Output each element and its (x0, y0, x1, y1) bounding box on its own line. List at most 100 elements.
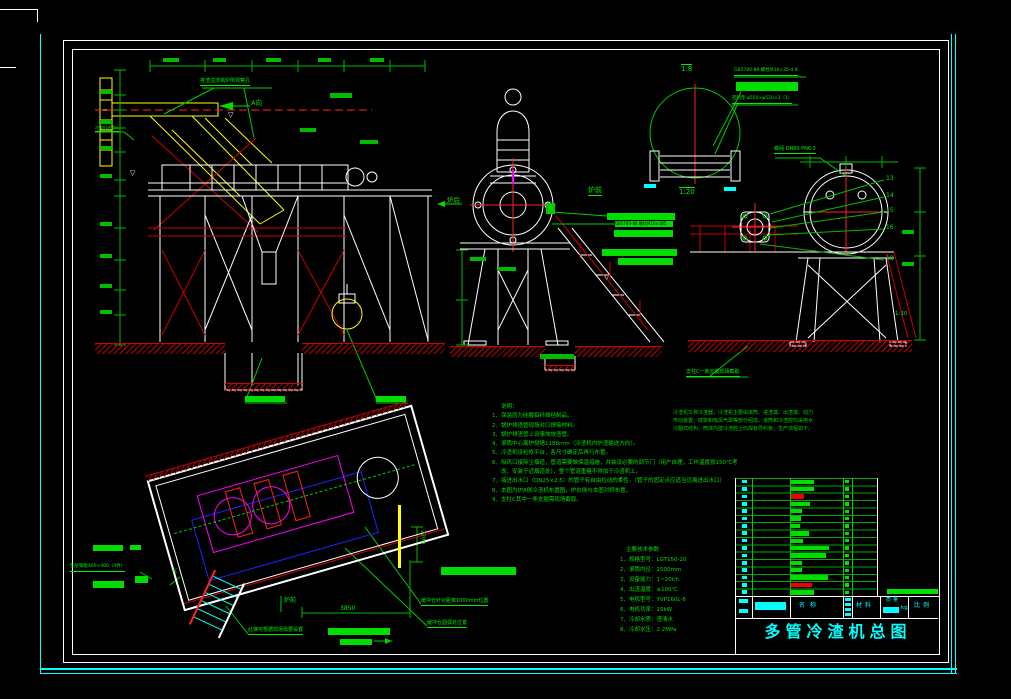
item-balloon: 15 (886, 207, 894, 214)
note-item: 7、接进出水口（DN25×2.5）的管子有自由拉动的柔性。（管子的固定点应适当远… (492, 478, 725, 485)
description-block: 冷渣机又称冷渣器，冷渣机主要由滚筒、进渣端、出渣端、动力 传动装置、底架和吸风气罩… (673, 409, 848, 433)
illegible-label-bar (93, 581, 124, 588)
bom-name-bar (791, 560, 802, 566)
tech-param-item: 1、规格型号：LGT150-20 (620, 557, 687, 563)
bom-qty-bar (844, 524, 849, 528)
illegible-dim-text (902, 230, 914, 234)
bom-index-cell (742, 568, 747, 572)
item-balloon: 13 (886, 175, 894, 182)
elevation-mark: ▽ (130, 169, 136, 177)
title-block-line (852, 596, 853, 618)
bom-index-cell (742, 538, 747, 543)
title-block-line (880, 596, 881, 618)
tech-param-item: 4、出渣温度：≤100℃ (620, 587, 678, 593)
callout-seal: 密封垫 φ550×φ520×3（1） (732, 96, 793, 104)
pit-hatch (225, 383, 302, 392)
illegible-dim-text (902, 262, 914, 266)
title-block-mark (845, 608, 851, 611)
illegible-dim-text (213, 58, 226, 62)
illegible-label-bar (441, 567, 516, 575)
illegible-label-bar (340, 639, 372, 645)
bom-name-bar (791, 523, 800, 529)
bom-qty-bar (844, 561, 849, 565)
illegible-dim-text (163, 58, 179, 62)
bom-qty-bar (844, 583, 849, 587)
elevation-mark: ▽ (604, 273, 610, 281)
tech-params-list: 1、规格型号：LGT150-20 2、滚筒内径：1500mm 3、设备能力：1~20… (620, 555, 720, 635)
title-block-line (790, 596, 791, 618)
bom-border-right (877, 478, 878, 596)
scale-1-8: 1:8 (681, 64, 693, 73)
tech-params-title: 主要技术参数 (626, 547, 660, 553)
illegible-dim-text (370, 58, 384, 62)
illegible-dim-text-cyan (644, 184, 656, 188)
bom-name-bar (791, 568, 802, 573)
callout-buffer2: 缓冲仓圆弧处位置 (427, 620, 468, 628)
callout-buffer1: 缓冲仓针对距离1000mm位置 (421, 598, 489, 606)
bom-index-cell (742, 487, 747, 491)
ground-hatch (302, 343, 445, 354)
illegible-dim-text (100, 90, 112, 94)
bom-name-bar (791, 516, 801, 521)
tech-params-block: 主要技术参数 1、规格型号：LGT150-20 2、滚筒内径：1500mm 3、设备… (620, 545, 720, 635)
bom-index-cell (742, 524, 747, 528)
illegible-label-bar (887, 589, 938, 594)
elevation-mark: ▽ (228, 111, 234, 119)
caption-view-front: 炉前 (588, 186, 602, 196)
illegible-label-bar (618, 258, 673, 265)
illegible-label-bar (135, 576, 148, 583)
bom-name-bar (791, 590, 814, 595)
scale-1-10: 1:10 (895, 311, 908, 317)
bom-index-cell (742, 575, 747, 580)
bom-qty-bar (844, 590, 849, 595)
illegible-dim-text (100, 310, 112, 314)
mass-value-bar (883, 607, 899, 613)
bom-name-bar (791, 509, 802, 514)
illegible-dim-text (100, 222, 112, 226)
callout-observe: 排渣溢流锅炉侧观察孔 (200, 78, 251, 86)
bom-qty-bar (844, 575, 849, 580)
dim-2200: 2200 (419, 530, 426, 544)
bom-name-bar (791, 553, 826, 558)
illegible-dim-text (540, 354, 574, 359)
scale-label: 比例 (914, 602, 933, 609)
illegible-dim-text (100, 254, 112, 258)
bom-qty-bar (844, 487, 849, 491)
title-block-mark (739, 599, 748, 603)
tech-param-item: 5、电机型号：YVP160L-6 (620, 597, 686, 603)
drawing-title: 多管冷渣机总图 (764, 622, 912, 641)
bom-index-cell (742, 553, 747, 558)
illegible-label-bar (93, 545, 123, 551)
bom-name-bar (791, 479, 814, 484)
note-item: 5、冷渣机设检修平台，各尺寸确定后再行布置。 (492, 450, 612, 457)
illegible-dim-text-cyan (724, 187, 736, 191)
note-item: 8、本图为炉A侧冷渣机布置图，炉右侧与本图对称布置。 (492, 487, 632, 494)
note-item: 4、滚筒中心离炉侧墙1188mm（冷渣机内炉渣输送方向）。 (492, 441, 639, 448)
bom-index-cell (742, 560, 747, 565)
bom-name-bar (791, 531, 809, 536)
caption-dir-a: A向 (251, 99, 262, 107)
illegible-label-bar (130, 545, 141, 550)
illegible-dim-text (100, 174, 112, 178)
title-block-mark (845, 603, 851, 606)
illegible-label-bar (614, 230, 673, 237)
tech-param-item: 8、冷却水压：2.2MPa (620, 627, 677, 633)
tech-param-item: 2、滚筒内径：1500mm (620, 567, 682, 573)
bom-qty-bar (844, 494, 849, 499)
detail-1-8 (649, 76, 806, 184)
unit-kg: kg (901, 605, 908, 611)
description-lines: 冷渣机又称冷渣器，冷渣机主要由滚筒、进渣端、出渣端、动力 传动装置、底架和吸风气罩… (673, 409, 848, 433)
note-item: 6、吸风口接除尘烟道，管道需要做保温措施，并装设必要的调节门（用户自理，工作温度… (492, 459, 738, 476)
description-line: 冷渣机又称冷渣器，冷渣机主要由滚筒、进渣端、出渣端、动力 (673, 410, 814, 416)
bom-qty-bar (844, 539, 849, 543)
callout-valve: 蝶阀 DN80 PN6.3 (774, 146, 816, 154)
material-label: 材料 (856, 602, 875, 609)
bom-name-bar (791, 545, 829, 551)
caption-dir-k: K (173, 568, 177, 575)
bom-index-cell (742, 516, 747, 521)
tech-param-item: 6、电机功率：15kW (620, 607, 673, 613)
illegible-dim-text (100, 284, 112, 288)
bom-index-cell (742, 583, 747, 587)
illegible-dim-text (330, 93, 352, 98)
illegible-label-bar (607, 213, 675, 220)
